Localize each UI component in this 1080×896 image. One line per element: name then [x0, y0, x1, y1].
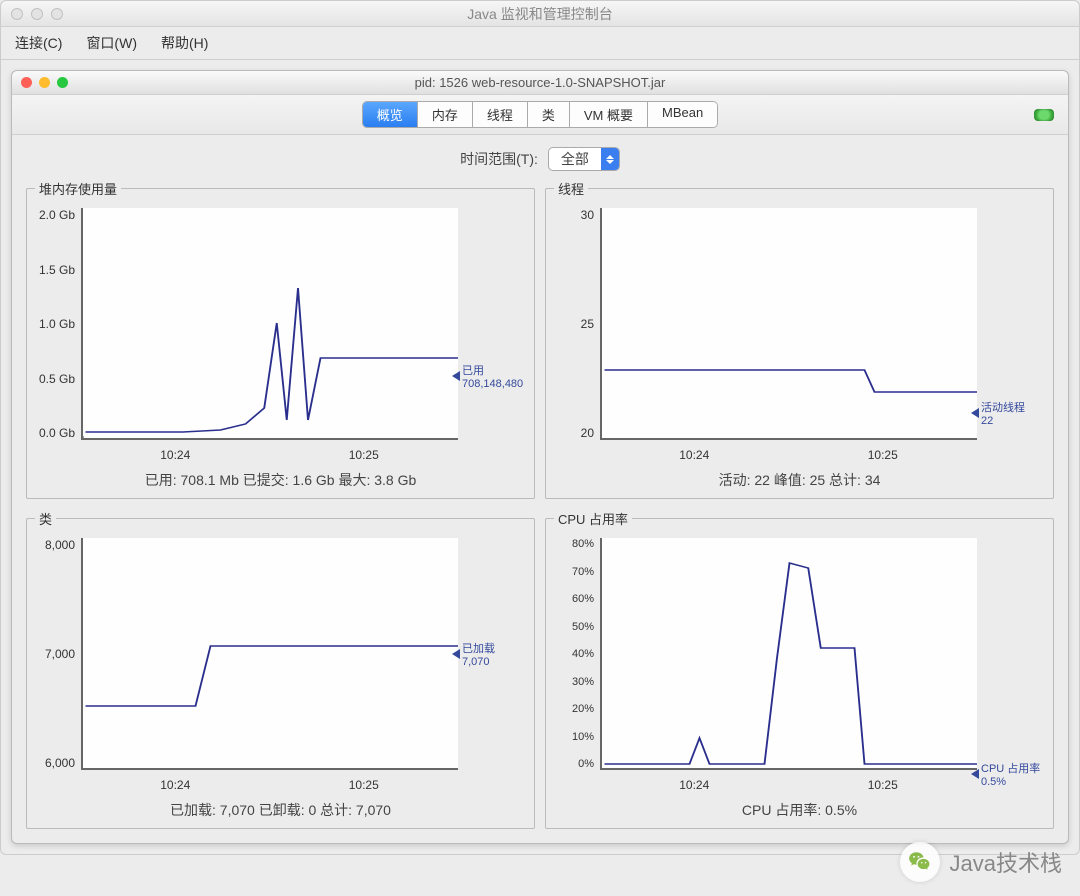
- inner-titlebar: pid: 1526 web-resource-1.0-SNAPSHOT.jar: [12, 71, 1068, 95]
- tabbar: 概览 内存 线程 类 VM 概要 MBean: [362, 101, 718, 128]
- time-range-label: 时间范围(T):: [460, 149, 538, 169]
- outer-titlebar: Java 监视和管理控制台: [1, 1, 1079, 27]
- connection-status-icon[interactable]: [1034, 109, 1054, 121]
- cpu-marker: CPU 占用率 0.5%: [981, 763, 1045, 789]
- tab-threads[interactable]: 线程: [473, 102, 528, 127]
- cpu-line: [602, 538, 977, 768]
- inner-window-title: pid: 1526 web-resource-1.0-SNAPSHOT.jar: [12, 75, 1068, 90]
- panel-classes: 类 8,000 7,000 6,000: [26, 509, 535, 829]
- heap-marker: 已用 708,148,480: [462, 365, 526, 391]
- cpu-plot[interactable]: CPU 占用率 0.5% 10:24 10:25: [600, 534, 1045, 794]
- watermark-text: Java技术栈: [950, 846, 1062, 878]
- panel-classes-title: 类: [35, 509, 56, 528]
- cpu-summary: CPU 占用率: 0.5%: [554, 794, 1045, 820]
- chart-grid: 堆内存使用量 2.0 Gb 1.5 Gb 1.0 Gb 0.5 Gb 0.0 G…: [12, 179, 1068, 843]
- menu-window[interactable]: 窗口(W): [86, 33, 137, 53]
- threads-x-axis: 10:24 10:25: [600, 444, 977, 464]
- classes-marker: 已加载 7,070: [462, 643, 526, 669]
- menubar: 连接(C) 窗口(W) 帮助(H): [1, 27, 1079, 60]
- panel-cpu-title: CPU 占用率: [554, 509, 632, 528]
- triangle-left-icon: [971, 408, 979, 418]
- tab-memory[interactable]: 内存: [418, 102, 473, 127]
- threads-plot[interactable]: 活动线程 22 10:24 10:25: [600, 204, 1045, 464]
- threads-y-axis: 30 25 20: [554, 204, 600, 464]
- panel-heap: 堆内存使用量 2.0 Gb 1.5 Gb 1.0 Gb 0.5 Gb 0.0 G…: [26, 179, 535, 499]
- filter-row: 时间范围(T): 全部: [12, 135, 1068, 179]
- panel-cpu: CPU 占用率 80% 70% 60% 50% 40% 30% 20% 10% …: [545, 509, 1054, 829]
- classes-line: [83, 538, 458, 768]
- watermark: Java技术栈: [900, 842, 1062, 882]
- triangle-left-icon: [452, 371, 460, 381]
- panel-threads-title: 线程: [554, 179, 588, 198]
- panel-threads: 线程 30 25 20: [545, 179, 1054, 499]
- heap-y-axis: 2.0 Gb 1.5 Gb 1.0 Gb 0.5 Gb 0.0 Gb: [35, 204, 81, 464]
- threads-summary: 活动: 22 峰值: 25 总计: 34: [554, 464, 1045, 490]
- cpu-y-axis: 80% 70% 60% 50% 40% 30% 20% 10% 0%: [554, 534, 600, 794]
- tabbar-row: 概览 内存 线程 类 VM 概要 MBean: [12, 95, 1068, 135]
- heap-x-axis: 10:24 10:25: [81, 444, 458, 464]
- menu-help[interactable]: 帮助(H): [161, 33, 208, 53]
- menu-connect[interactable]: 连接(C): [15, 33, 62, 53]
- classes-summary: 已加载: 7,070 已卸载: 0 总计: 7,070: [35, 794, 526, 820]
- heap-line: [83, 208, 458, 438]
- classes-plot[interactable]: 已加载 7,070 10:24 10:25: [81, 534, 526, 794]
- wechat-icon: [900, 842, 940, 882]
- stepper-arrows-icon: [601, 148, 619, 170]
- tab-overview[interactable]: 概览: [363, 102, 418, 127]
- time-range-select[interactable]: 全部: [548, 147, 620, 171]
- window-title: Java 监视和管理控制台: [1, 4, 1079, 24]
- time-range-value: 全部: [549, 149, 601, 169]
- tab-classes[interactable]: 类: [528, 102, 570, 127]
- inner-window: pid: 1526 web-resource-1.0-SNAPSHOT.jar …: [11, 70, 1069, 844]
- classes-x-axis: 10:24 10:25: [81, 774, 458, 794]
- threads-marker: 活动线程 22: [981, 402, 1045, 428]
- threads-line: [602, 208, 977, 438]
- tab-vm-summary[interactable]: VM 概要: [570, 102, 648, 127]
- tab-mbean[interactable]: MBean: [648, 102, 717, 127]
- app-window: Java 监视和管理控制台 连接(C) 窗口(W) 帮助(H) pid: 152…: [0, 0, 1080, 855]
- panel-heap-title: 堆内存使用量: [35, 179, 121, 198]
- heap-plot[interactable]: 已用 708,148,480 10:24 10:25: [81, 204, 526, 464]
- cpu-x-axis: 10:24 10:25: [600, 774, 977, 794]
- triangle-left-icon: [452, 649, 460, 659]
- heap-summary: 已用: 708.1 Mb 已提交: 1.6 Gb 最大: 3.8 Gb: [35, 464, 526, 490]
- classes-y-axis: 8,000 7,000 6,000: [35, 534, 81, 794]
